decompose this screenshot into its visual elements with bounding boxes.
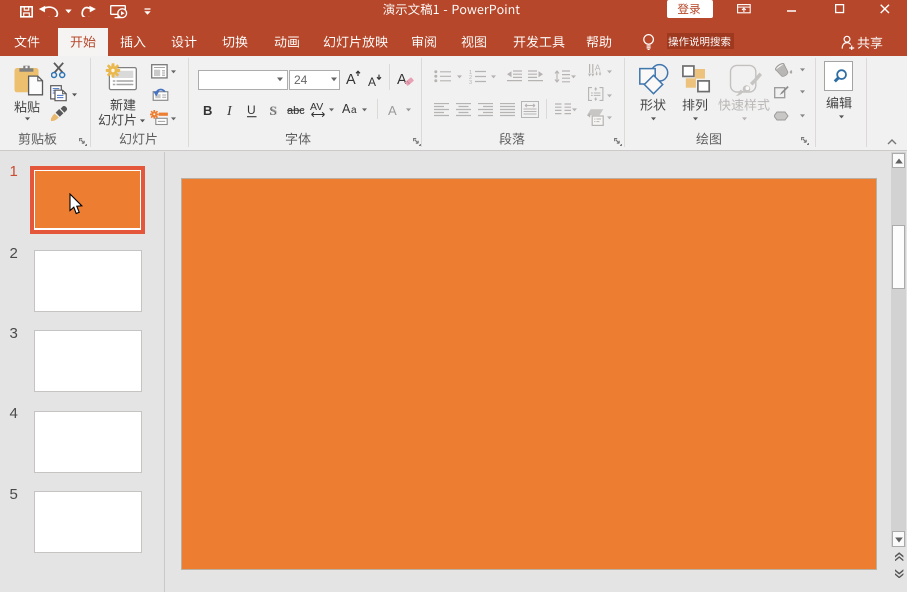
svg-text:AV: AV bbox=[310, 101, 323, 113]
svg-text:A: A bbox=[368, 75, 376, 87]
svg-text:B: B bbox=[203, 103, 212, 117]
svg-text:A: A bbox=[346, 72, 356, 87]
svg-text:I: I bbox=[226, 104, 233, 117]
svg-text:A: A bbox=[388, 103, 397, 117]
svg-text:A: A bbox=[342, 102, 351, 115]
svg-text:S: S bbox=[271, 103, 278, 117]
svg-text:U: U bbox=[247, 103, 256, 117]
svg-text:a: a bbox=[351, 105, 357, 115]
svg-text:A: A bbox=[594, 63, 600, 73]
svg-text:3: 3 bbox=[469, 80, 472, 84]
svg-text:A: A bbox=[397, 72, 407, 87]
